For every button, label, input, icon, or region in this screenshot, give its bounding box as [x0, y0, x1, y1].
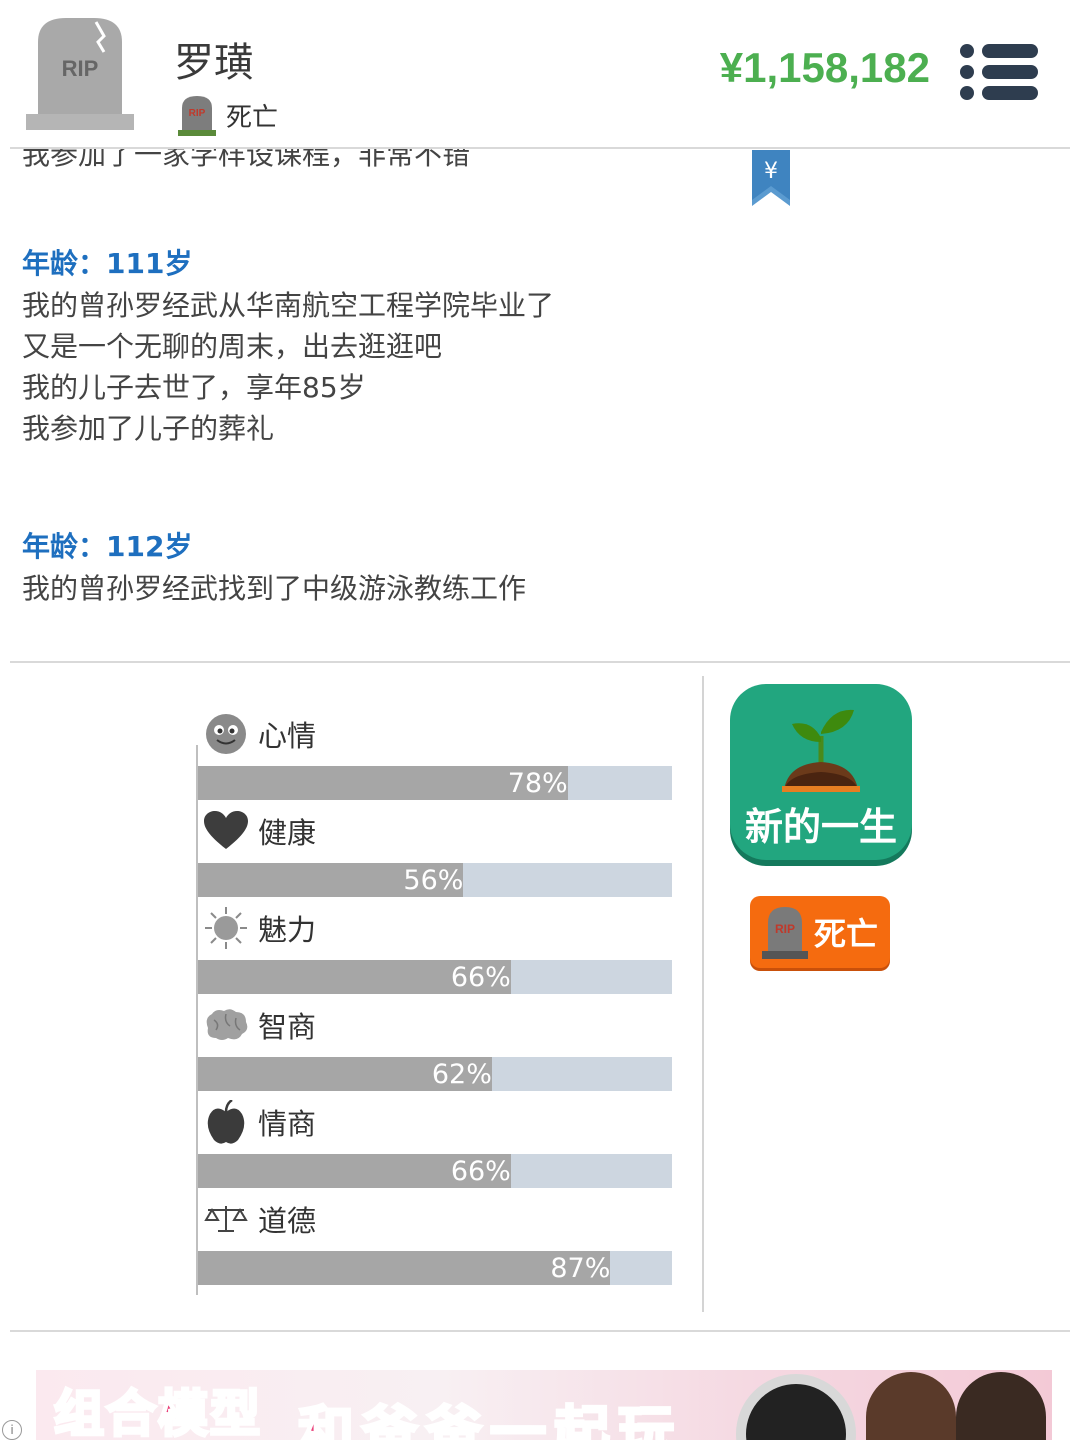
- new-life-label: 新的一生: [744, 805, 897, 849]
- heart-icon: [204, 809, 248, 853]
- money-bookmark-icon[interactable]: ¥: [750, 150, 792, 208]
- log-line: 我的曾孙罗经武找到了中级游泳教练工作: [22, 572, 527, 605]
- stat-label: 智商: [258, 1010, 317, 1044]
- stat-mood: 心情 78%: [196, 708, 672, 805]
- stat-percent: 62%: [431, 1059, 492, 1090]
- smiley-face-icon: [204, 712, 248, 756]
- stat-bar: 66%: [198, 1154, 672, 1188]
- log-line: 又是一个无聊的周末，出去逛逛吧: [22, 330, 443, 363]
- status-indicator: RIP 死亡: [178, 94, 278, 136]
- stat-morality: 道德 87%: [196, 1193, 672, 1290]
- stat-bar: 62%: [198, 1057, 672, 1091]
- section-divider: [10, 1330, 1070, 1332]
- stat-label: 魅力: [258, 913, 317, 947]
- log-line-clipped: 我参加了一家学样设课程，非常不错: [22, 149, 471, 171]
- character-name: 罗璜: [174, 40, 254, 86]
- money-balance: ¥1,158,182: [719, 44, 930, 91]
- svg-text:¥: ¥: [764, 159, 778, 184]
- tombstone-avatar: RIP: [26, 18, 134, 130]
- section-divider: [10, 661, 1070, 663]
- vertical-separator: [702, 676, 704, 1312]
- sun-icon: [204, 906, 248, 950]
- stat-percent: 56%: [403, 865, 464, 896]
- stat-bar: 56%: [198, 863, 672, 897]
- svg-text:RIP: RIP: [775, 922, 795, 936]
- age-entry-112: 年龄：112岁 我的曾孙罗经武找到了中级游泳教练工作: [22, 526, 526, 609]
- scales-icon: [204, 1197, 248, 1241]
- age-entry-111: 年龄：111岁 我的曾孙罗经武从华南航空工程学院毕业了 又是一个无聊的周末，出去…: [22, 243, 554, 449]
- ad-subheadline: 和爸爸一起玩: [297, 1400, 682, 1440]
- stat-percent: 78%: [507, 768, 568, 799]
- new-life-button[interactable]: 新的一生: [730, 684, 912, 860]
- ad-person-image: [956, 1372, 1046, 1440]
- age-title: 年龄：111岁: [22, 247, 193, 280]
- log-line: 我参加了儿子的葬礼: [22, 412, 275, 445]
- stat-charm: 魅力 66%: [196, 902, 672, 999]
- header-divider: [10, 147, 1070, 149]
- top-bar: RIP 罗璜 RIP 死亡 ¥1,158,182: [0, 0, 1080, 149]
- stat-label: 情商: [258, 1107, 317, 1141]
- log-line: 我的曾孙罗经武从华南航空工程学院毕业了: [22, 289, 555, 322]
- ad-headline: 组合模型: [53, 1384, 262, 1440]
- stat-percent: 66%: [450, 962, 511, 993]
- stat-label: 道德: [258, 1204, 317, 1238]
- death-button[interactable]: RIP 死亡: [750, 896, 890, 968]
- stat-label: 心情: [258, 719, 317, 753]
- stat-health: 健康 56%: [196, 805, 672, 902]
- stat-label: 健康: [258, 816, 317, 850]
- dartboard-image: [736, 1374, 856, 1440]
- sprout-icon: [782, 709, 860, 792]
- tombstone-icon: RIP: [761, 907, 808, 959]
- tombstone-icon: RIP: [178, 96, 216, 136]
- ad-info-icon[interactable]: i: [2, 1420, 22, 1440]
- ad-person-image: [866, 1372, 956, 1440]
- advertisement-banner[interactable]: 组合模型 和爸爸一起玩: [36, 1370, 1052, 1440]
- stat-bar: 78%: [198, 766, 672, 800]
- stat-eq: 情商 66%: [196, 1096, 672, 1193]
- stat-percent: 87%: [550, 1253, 611, 1284]
- brain-icon: [204, 1003, 248, 1047]
- stat-percent: 66%: [450, 1156, 511, 1187]
- life-event-log[interactable]: 我参加了一家学样设课程，非常不错 年龄：111岁 我的曾孙罗经武从华南航空工程学…: [22, 149, 722, 659]
- stat-bar: 87%: [198, 1251, 672, 1285]
- svg-text:RIP: RIP: [62, 56, 99, 81]
- stat-bar: 66%: [198, 960, 672, 994]
- status-label: 死亡: [226, 102, 279, 133]
- age-title: 年龄：112岁: [22, 530, 193, 563]
- svg-text:RIP: RIP: [189, 108, 206, 119]
- stat-iq: 智商 62%: [196, 999, 672, 1096]
- menu-icon[interactable]: [960, 42, 1038, 102]
- log-line: 我的儿子去世了，享年85岁: [22, 371, 366, 404]
- apple-icon: [204, 1100, 248, 1144]
- death-label: 死亡: [813, 915, 878, 953]
